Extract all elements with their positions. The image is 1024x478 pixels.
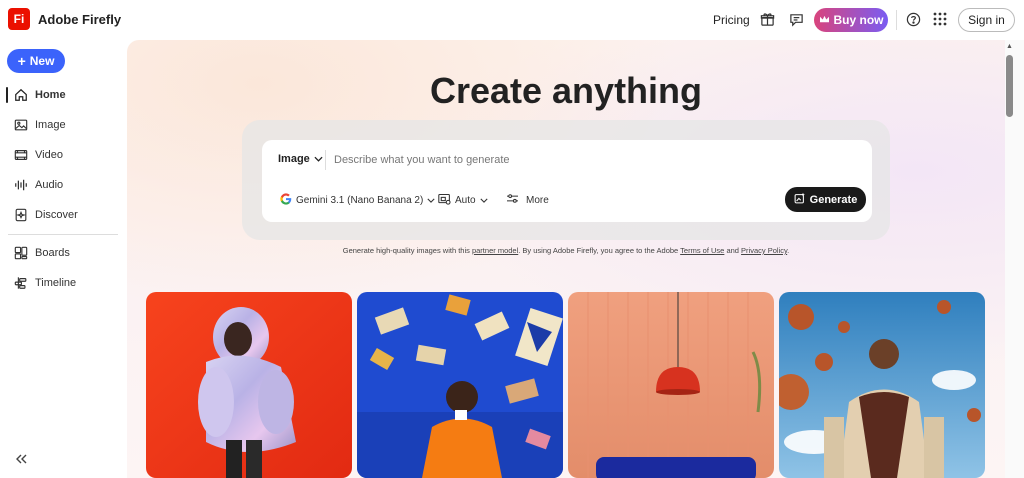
sidebar-item-label: Video [35,149,63,161]
sidebar-item-label: Boards [35,247,70,259]
model-label: Gemini 3.1 (Nano Banana 2) [296,194,424,206]
home-icon [13,87,29,103]
new-label: New [29,54,55,68]
terms-of-use-link[interactable]: Terms of Use [680,246,724,255]
generate-icon [794,192,806,207]
buy-now-button[interactable]: Buy now [814,8,888,32]
partner-model-link[interactable]: partner model [472,246,518,255]
generate-label: Generate [809,193,858,206]
top-bar: Fi Adobe Firefly Pricing Buy now Sign in [0,0,1024,40]
more-label: More [526,194,549,206]
collapse-sidebar-icon[interactable] [12,450,30,468]
video-icon [13,147,29,163]
timeline-icon [13,275,29,291]
app-title[interactable]: Adobe Firefly [38,12,121,27]
gallery-image-flying-books[interactable] [357,292,563,478]
sidebar-item-home[interactable]: Home [6,84,120,106]
image-icon [13,117,29,133]
chevron-down-icon [427,195,435,206]
scroll-up-arrow-icon[interactable]: ▲ [1006,43,1013,50]
audio-icon [13,177,29,193]
main-content: Create anything Image Gemini 3.1 (Nano B… [127,40,1005,478]
sidebar-item-label: Timeline [35,277,77,289]
pricing-link[interactable]: Pricing [713,13,750,27]
buy-now-label: Buy now [833,13,884,27]
adobe-firefly-logo[interactable]: Fi [8,8,30,30]
scrollbar-thumb[interactable] [1006,55,1013,117]
sidebar-item-video[interactable]: Video [8,144,120,166]
sidebar-item-discover[interactable]: Discover [8,204,120,226]
chevron-down-icon [479,195,488,206]
privacy-policy-link[interactable]: Privacy Policy [741,246,787,255]
disclaimer-part: and [724,246,742,255]
sidebar-item-label: Audio [35,179,64,191]
sliders-icon [506,193,519,207]
sidebar-item-label: Image [35,119,66,131]
more-options-button[interactable]: More [506,191,549,209]
chat-feedback-icon[interactable] [787,10,805,28]
sidebar: + New Home Image Video Audio Discover Bo… [0,40,127,478]
generate-button[interactable]: Generate [785,187,866,212]
discover-icon [13,207,29,223]
google-g-icon [280,192,292,208]
sidebar-item-label: Discover [35,209,78,221]
disclaimer-text: Generate high-quality images with this p… [127,246,1005,255]
sidebar-item-label: Home [35,89,66,101]
help-icon[interactable] [904,10,922,28]
sign-in-button[interactable]: Sign in [958,8,1015,32]
disclaimer-part: . [787,246,790,255]
aspect-ratio-icon [438,193,451,208]
chevron-down-icon [314,153,323,165]
aspect-ratio-dropdown[interactable]: Auto [438,191,488,209]
sidebar-item-boards[interactable]: Boards [8,242,120,264]
sidebar-item-timeline[interactable]: Timeline [8,272,120,294]
boards-icon [13,245,29,261]
mode-label: Image [278,153,310,165]
topbar-divider [896,10,897,30]
new-button[interactable]: + New [7,49,65,73]
disclaimer-part: . By using Adobe Firefly, you agree to t… [518,246,681,255]
gallery-image-puffer-jacket[interactable] [146,292,352,478]
sidebar-divider [8,234,118,235]
gallery-image-pendant-lamp-room[interactable] [568,292,774,478]
disclaimer-part: Generate high-quality images with this [342,246,472,255]
page-title: Create anything [429,70,703,111]
plus-icon: + [17,53,26,69]
apps-grid-icon[interactable] [931,10,949,28]
sidebar-item-audio[interactable]: Audio [8,174,120,196]
sidebar-item-image[interactable]: Image [8,114,120,136]
gift-icon[interactable] [758,10,776,28]
mode-dropdown[interactable]: Image [278,153,323,165]
crown-icon [819,13,830,27]
model-dropdown[interactable]: Gemini 3.1 (Nano Banana 2) [280,191,435,209]
prompt-divider [325,150,326,170]
aspect-label: Auto [455,194,476,206]
gallery-image-basketball-portrait[interactable] [779,292,985,478]
prompt-input[interactable] [334,151,754,169]
